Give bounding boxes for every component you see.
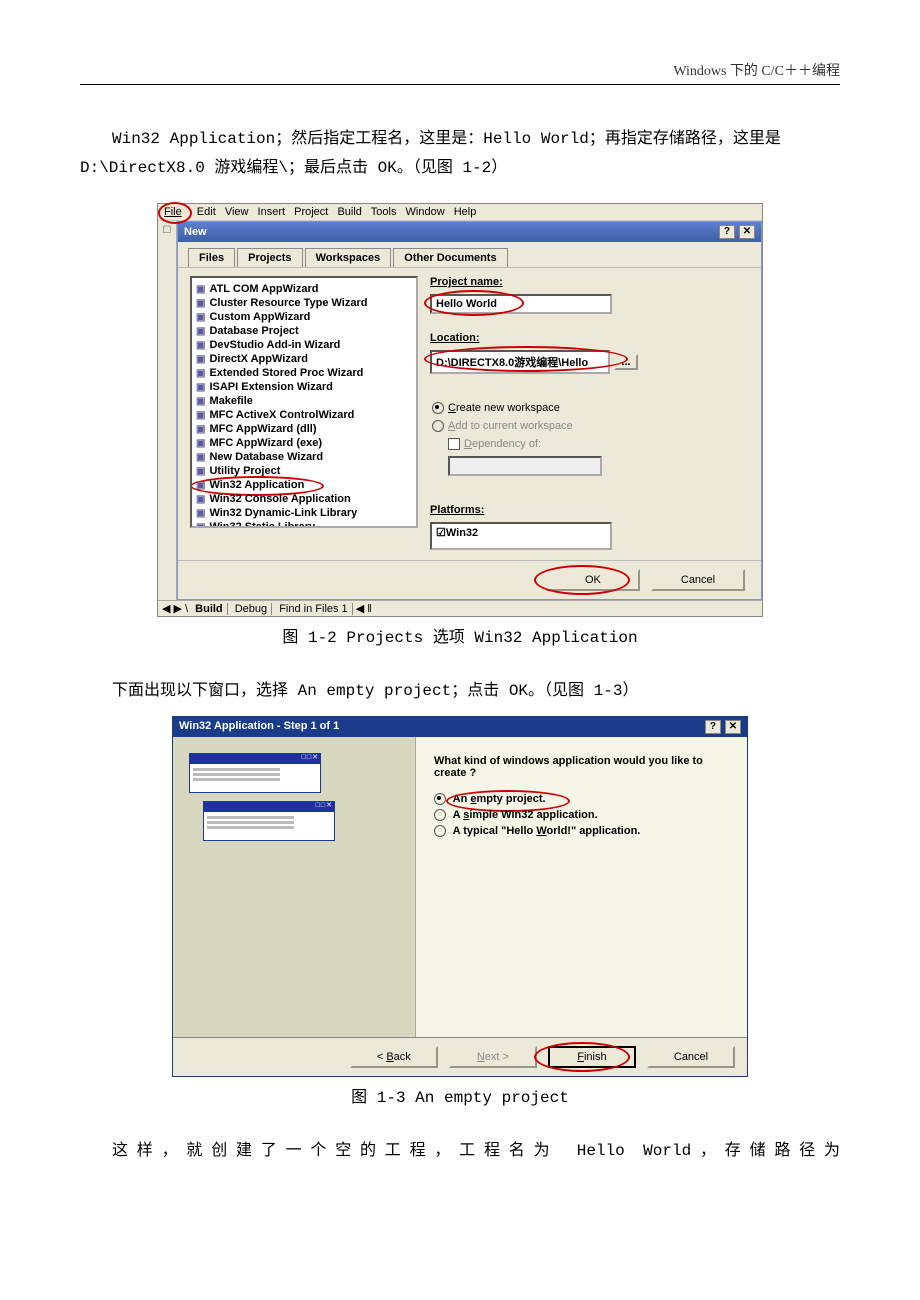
- back-button[interactable]: < Back: [350, 1046, 438, 1068]
- tab-files[interactable]: Files: [188, 248, 235, 267]
- finish-button[interactable]: Finish: [548, 1046, 636, 1068]
- menu-insert[interactable]: Insert: [258, 206, 286, 218]
- list-item[interactable]: Extended Stored Proc Wizard: [194, 366, 414, 380]
- list-item[interactable]: Makefile: [194, 394, 414, 408]
- radio-icon: [432, 402, 444, 414]
- list-item[interactable]: New Database Wizard: [194, 450, 414, 464]
- list-item[interactable]: Win32 Dynamic-Link Library: [194, 506, 414, 520]
- ide-menubar: File Edit View Insert Project Build Tool…: [158, 204, 762, 221]
- list-item[interactable]: Database Project: [194, 324, 414, 338]
- menu-build[interactable]: Build: [337, 206, 361, 218]
- menu-help[interactable]: Help: [454, 206, 477, 218]
- cancel-button[interactable]: Cancel: [651, 569, 745, 591]
- dialog-button-bar: OK Cancel: [178, 560, 761, 599]
- mock-window-icon: [189, 753, 321, 793]
- option-simple-win32[interactable]: A simple Win32 application.: [434, 809, 729, 821]
- list-item[interactable]: Win32 Static Library: [194, 520, 414, 528]
- list-item[interactable]: Win32 Console Application: [194, 492, 414, 506]
- radio-icon: [434, 825, 446, 837]
- page-header: Windows 下的 C/C＋＋编程: [80, 60, 840, 80]
- cancel-button[interactable]: Cancel: [647, 1046, 735, 1068]
- figure-1-2: File Edit View Insert Project Build Tool…: [157, 203, 763, 617]
- radio-create-new-workspace[interactable]: Create new workspace: [430, 402, 749, 414]
- mock-window-icon: [203, 801, 335, 841]
- platforms-list[interactable]: ☑Win32: [430, 522, 612, 550]
- build-output-tabs: ◀ ▶ \ Build Debug Find in Files 1 ◀ ‖: [158, 600, 762, 616]
- figure-1-2-caption: 图 1-2 Projects 选项 Win32 Application: [80, 623, 840, 647]
- wizard-question: What kind of windows application would y…: [434, 755, 729, 779]
- radio-icon: [434, 793, 446, 805]
- ok-button[interactable]: OK: [546, 569, 640, 591]
- list-item-win32-application[interactable]: Win32 Application: [194, 478, 306, 492]
- list-item[interactable]: MFC AppWizard (exe): [194, 436, 414, 450]
- location-input[interactable]: D:\DIRECTX8.0游戏编程\Hello: [430, 350, 610, 374]
- dependency-row: Dependency of:: [430, 438, 749, 450]
- tab-find-in-files[interactable]: Find in Files 1: [275, 603, 352, 615]
- list-item[interactable]: DirectX AppWizard: [194, 352, 414, 366]
- menu-edit[interactable]: Edit: [197, 206, 216, 218]
- menu-file[interactable]: File: [164, 206, 191, 218]
- radio-icon: [434, 809, 446, 821]
- new-dialog-title: New: [184, 226, 207, 238]
- list-item[interactable]: Cluster Resource Type Wizard: [194, 296, 414, 310]
- project-name-label: Project name:: [430, 276, 749, 288]
- list-item[interactable]: Utility Project: [194, 464, 414, 478]
- platforms-label: Platforms:: [430, 504, 749, 516]
- close-icon[interactable]: ✕: [739, 225, 755, 239]
- tab-other-documents[interactable]: Other Documents: [393, 248, 507, 267]
- radio-label: reate new workspace: [456, 402, 560, 414]
- tab-debug[interactable]: Debug: [231, 603, 272, 615]
- wizard-title: Win32 Application - Step 1 of 1: [179, 720, 339, 734]
- new-dialog-tabs: Files Projects Workspaces Other Document…: [178, 242, 761, 267]
- wizard-button-bar: < Back Next > Finish Cancel: [173, 1037, 747, 1076]
- list-item[interactable]: Custom AppWizard: [194, 310, 414, 324]
- help-icon[interactable]: ?: [705, 720, 721, 734]
- close-icon[interactable]: ✕: [725, 720, 741, 734]
- list-item[interactable]: MFC AppWizard (dll): [194, 422, 414, 436]
- header-rule: [80, 84, 840, 85]
- list-item[interactable]: MFC ActiveX ControlWizard: [194, 408, 414, 422]
- menu-window[interactable]: Window: [406, 206, 445, 218]
- body-paragraph-2: 下面出现以下窗口，选择 An empty project；点击 OK。（见图 1…: [80, 677, 840, 706]
- wizard-preview-pane: [173, 737, 416, 1037]
- next-button: Next >: [449, 1046, 537, 1068]
- radio-add-to-workspace: Add to current workspace: [430, 420, 749, 432]
- dependency-select: [448, 456, 602, 476]
- browse-button[interactable]: ...: [614, 354, 638, 370]
- ide-toolbar-strip: [158, 221, 177, 600]
- list-item[interactable]: ISAPI Extension Wizard: [194, 380, 414, 394]
- list-item[interactable]: ATL COM AppWizard: [194, 282, 414, 296]
- option-hello-world[interactable]: A typical "Hello World!" application.: [434, 825, 729, 837]
- list-item[interactable]: DevStudio Add-in Wizard: [194, 338, 414, 352]
- project-name-input[interactable]: Hello World: [430, 294, 612, 314]
- help-icon[interactable]: ?: [719, 225, 735, 239]
- menu-view[interactable]: View: [225, 206, 249, 218]
- figure-1-3: Win32 Application - Step 1 of 1 ? ✕ What…: [172, 716, 748, 1077]
- tab-workspaces[interactable]: Workspaces: [305, 248, 392, 267]
- location-label: Location:: [430, 332, 749, 344]
- wizard-titlebar: Win32 Application - Step 1 of 1 ? ✕: [173, 717, 747, 737]
- figure-1-3-caption: 图 1-3 An empty project: [80, 1083, 840, 1107]
- project-type-list[interactable]: ATL COM AppWizard Cluster Resource Type …: [190, 276, 418, 528]
- menu-project[interactable]: Project: [294, 206, 328, 218]
- new-dialog: New ? ✕ Files Projects Workspaces Other …: [177, 221, 762, 600]
- tab-build[interactable]: Build: [191, 603, 228, 615]
- checkbox-icon: [448, 438, 460, 450]
- body-paragraph-3: 这样，就创建了一个空的工程，工程名为 Hello World，存储路径为: [80, 1137, 840, 1166]
- tab-projects[interactable]: Projects: [237, 248, 302, 267]
- option-empty-project[interactable]: An empty project.: [434, 793, 729, 805]
- radio-icon: [432, 420, 444, 432]
- new-dialog-titlebar: New ? ✕: [178, 222, 761, 242]
- checkbox-icon: ☑: [436, 527, 446, 539]
- menu-tools[interactable]: Tools: [371, 206, 397, 218]
- body-paragraph-1: Win32 Application；然后指定工程名，这里是：Hello Worl…: [80, 125, 840, 183]
